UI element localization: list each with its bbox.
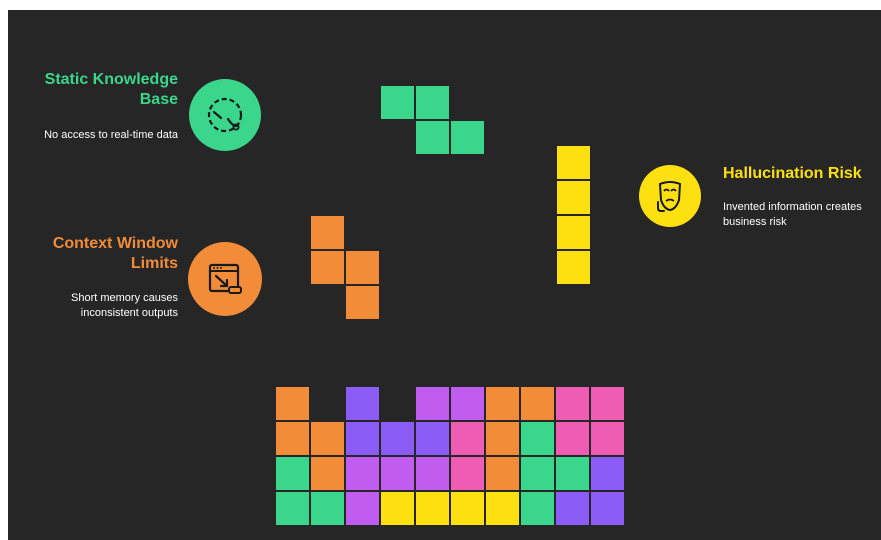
stack-block-yellow bbox=[451, 492, 484, 525]
yellow-i-block bbox=[557, 181, 590, 214]
stack-block-purple bbox=[416, 422, 449, 455]
stack-block-green bbox=[276, 457, 309, 490]
stack-block-violet bbox=[416, 387, 449, 420]
stack-block-violet bbox=[346, 492, 379, 525]
orange-s-block bbox=[311, 216, 344, 249]
mask-face-icon bbox=[639, 165, 701, 227]
orange-s-block bbox=[346, 286, 379, 319]
static-knowledge-description: No access to real-time data bbox=[44, 129, 178, 141]
green-z-block bbox=[416, 121, 449, 154]
stack-block-orange bbox=[521, 387, 554, 420]
stack-block-green bbox=[311, 492, 344, 525]
green-z-block bbox=[416, 86, 449, 119]
green-z-block bbox=[451, 121, 484, 154]
yellow-i-block bbox=[557, 251, 590, 284]
yellow-i-block bbox=[557, 216, 590, 249]
stack-block-purple bbox=[591, 492, 624, 525]
clock-gauge-icon bbox=[189, 79, 261, 151]
stack-block-pink bbox=[556, 422, 589, 455]
orange-s-block bbox=[311, 251, 344, 284]
hallucination-title: Hallucination Risk bbox=[723, 165, 862, 182]
stack-block-yellow bbox=[416, 492, 449, 525]
yellow-i-block bbox=[557, 146, 590, 179]
stack-block-purple bbox=[346, 422, 379, 455]
orange-s-block bbox=[346, 251, 379, 284]
context-window-title: Context Window Limits bbox=[52, 235, 178, 272]
stack-block-violet bbox=[451, 387, 484, 420]
stack-block-pink bbox=[591, 422, 624, 455]
stack-block-green bbox=[276, 492, 309, 525]
stack-block-orange bbox=[276, 387, 309, 420]
stack-block-green bbox=[521, 457, 554, 490]
window-resize-icon bbox=[188, 242, 262, 316]
green-z-block bbox=[381, 86, 414, 119]
stack-block-orange bbox=[276, 422, 309, 455]
stack-block-pink bbox=[591, 387, 624, 420]
diagram-canvas: Static Knowledge Base No access to real-… bbox=[8, 10, 881, 540]
stack-block-violet bbox=[381, 457, 414, 490]
stack-block-green bbox=[521, 492, 554, 525]
stack-block-yellow bbox=[486, 492, 519, 525]
context-window-description: Short memory causes inconsistent outputs bbox=[71, 292, 178, 319]
stack-block-pink bbox=[451, 457, 484, 490]
stack-block-yellow bbox=[381, 492, 414, 525]
stack-block-green bbox=[521, 422, 554, 455]
stack-block-violet bbox=[346, 457, 379, 490]
stack-block-orange bbox=[486, 387, 519, 420]
stack-block-orange bbox=[486, 422, 519, 455]
static-knowledge-title: Static Knowledge Base bbox=[44, 71, 178, 108]
stack-block-orange bbox=[486, 457, 519, 490]
stack-block-orange bbox=[311, 422, 344, 455]
stack-block-pink bbox=[451, 422, 484, 455]
stack-block-pink bbox=[556, 387, 589, 420]
stack-block-purple bbox=[346, 387, 379, 420]
stack-block-green bbox=[556, 457, 589, 490]
stack-block-purple bbox=[556, 492, 589, 525]
stack-block-purple bbox=[591, 457, 624, 490]
stack-block-orange bbox=[311, 457, 344, 490]
stack-block-violet bbox=[416, 457, 449, 490]
hallucination-description: Invented information creates business ri… bbox=[723, 201, 862, 228]
stack-block-purple bbox=[381, 422, 414, 455]
